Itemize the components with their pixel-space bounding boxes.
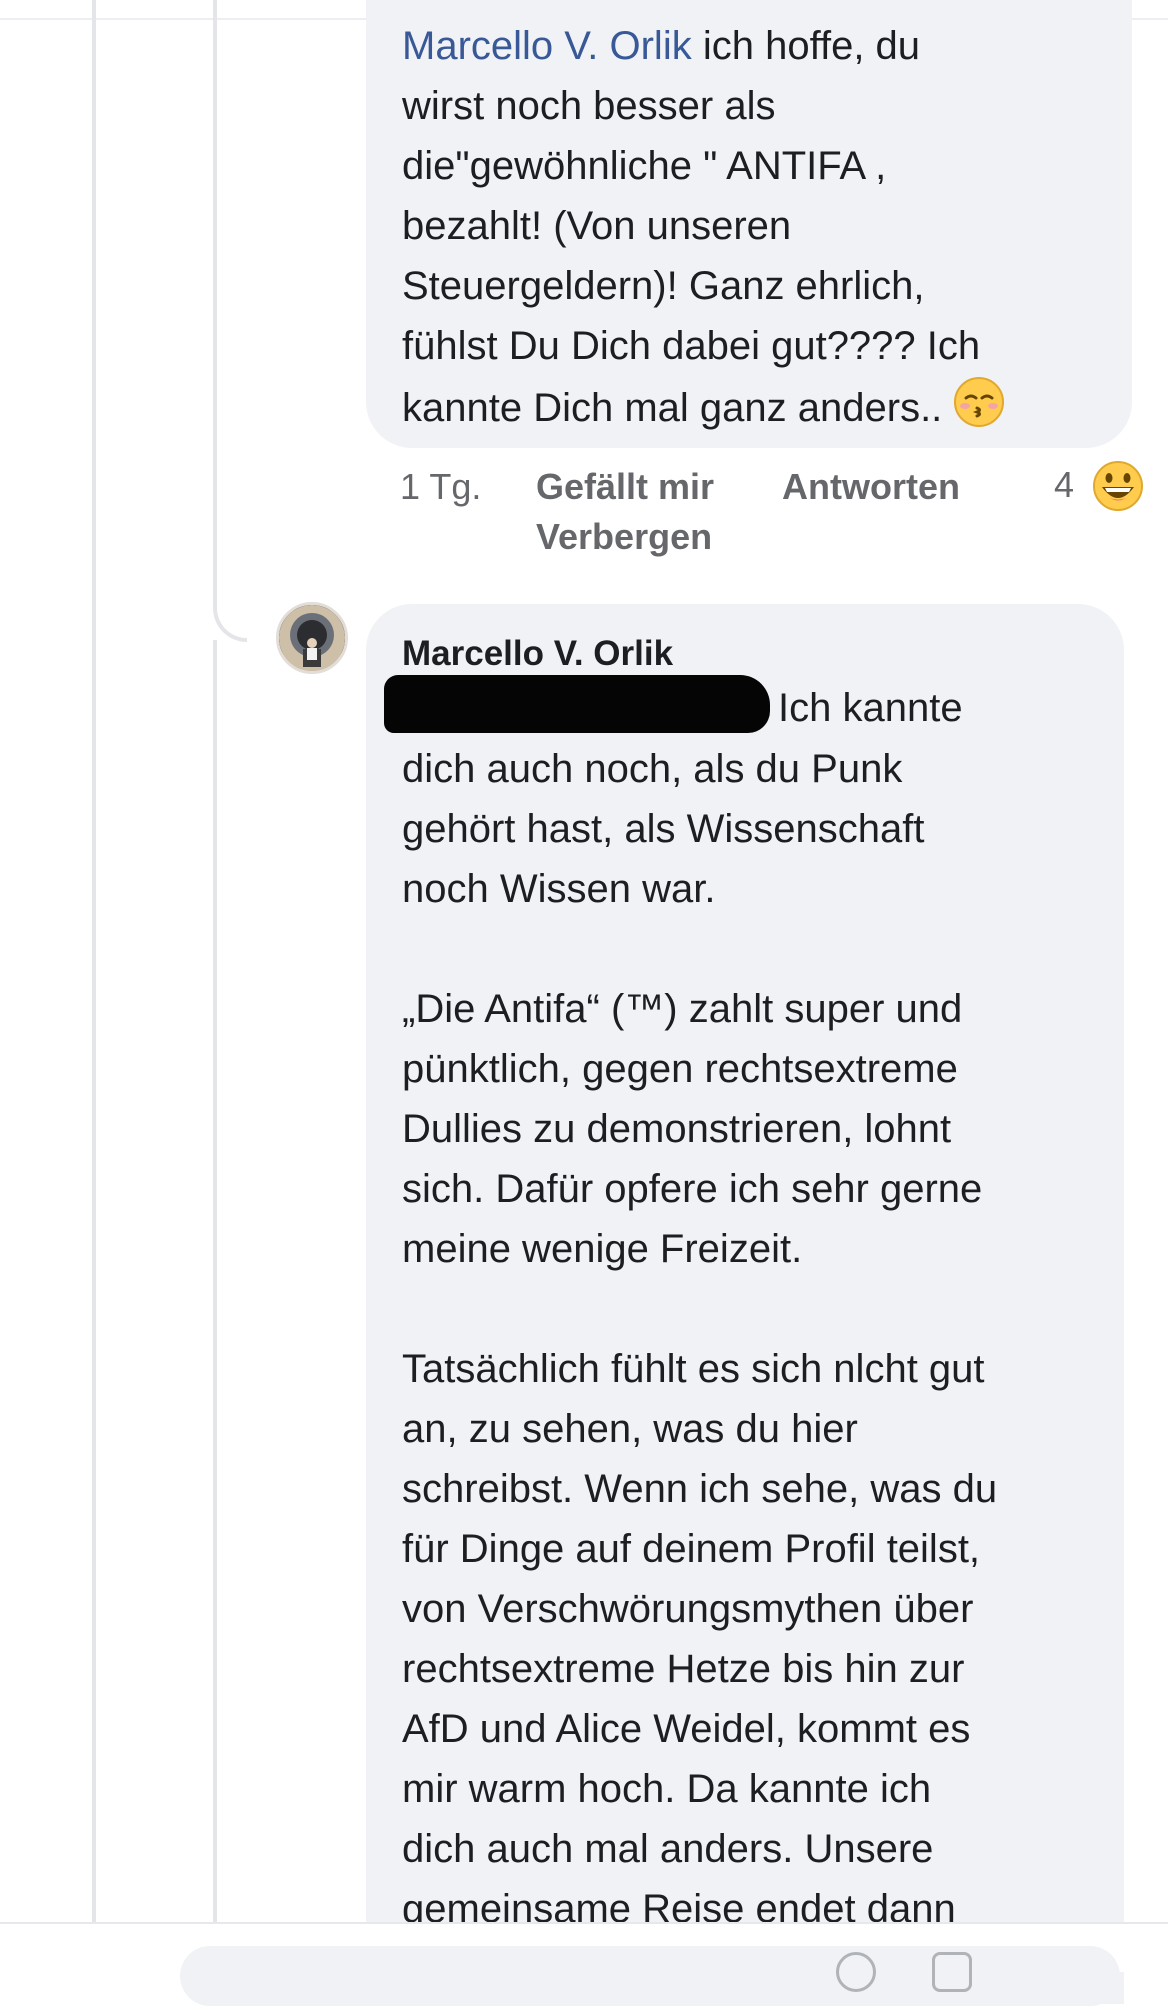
redaction-bar: [384, 675, 770, 734]
kissing-face-icon: [953, 376, 1005, 445]
comment-body: ich hoffe, du wirst noch besser als die"…: [402, 24, 981, 431]
gif-icon[interactable]: [932, 1952, 972, 1992]
comment-input[interactable]: [180, 1946, 1120, 2006]
reply-first-line: Ich kannte: [778, 686, 963, 730]
reaction-count: 4: [1054, 464, 1075, 505]
comment-bubble[interactable]: Marcello V. Orlik ich hoffe, du wirst no…: [366, 0, 1132, 448]
hide-button[interactable]: Verbergen: [536, 516, 712, 557]
comment-actions-links: Gefällt mir: [536, 462, 714, 512]
avatar[interactable]: [276, 602, 348, 674]
comment-author[interactable]: Marcello V. Orlik: [402, 630, 1124, 678]
reply-bubble[interactable]: Marcello V. Orlik Ich kannte dich auch n…: [366, 604, 1124, 2004]
comment-text: Marcello V. Orlik ich hoffe, du wirst no…: [402, 16, 1132, 445]
reaction-summary[interactable]: 4: [1054, 460, 1074, 510]
mention-link[interactable]: Marcello V. Orlik: [402, 24, 692, 68]
reply-text: Ich kannte dich auch noch, als du Punk g…: [384, 675, 1124, 1939]
thread-line-inner: [213, 0, 217, 580]
reply-connector: [213, 560, 247, 642]
like-button[interactable]: Gefällt mir: [536, 466, 714, 507]
camera-icon[interactable]: [836, 1952, 876, 1992]
comment-actions-hide: Verbergen: [536, 512, 712, 562]
reply-body: dich auch noch, als du Punk gehört hast,…: [402, 747, 998, 1932]
comment-timestamp: 1 Tg.: [400, 466, 482, 507]
comment-actions-reply: Antworten: [782, 462, 960, 512]
comment-actions: 1 Tg.: [400, 462, 481, 512]
thread-line-inner-lower: [213, 640, 217, 1922]
reply-button[interactable]: Antworten: [782, 466, 960, 507]
thread-line-outer: [92, 0, 96, 1922]
grinning-face-icon: [1092, 460, 1144, 517]
